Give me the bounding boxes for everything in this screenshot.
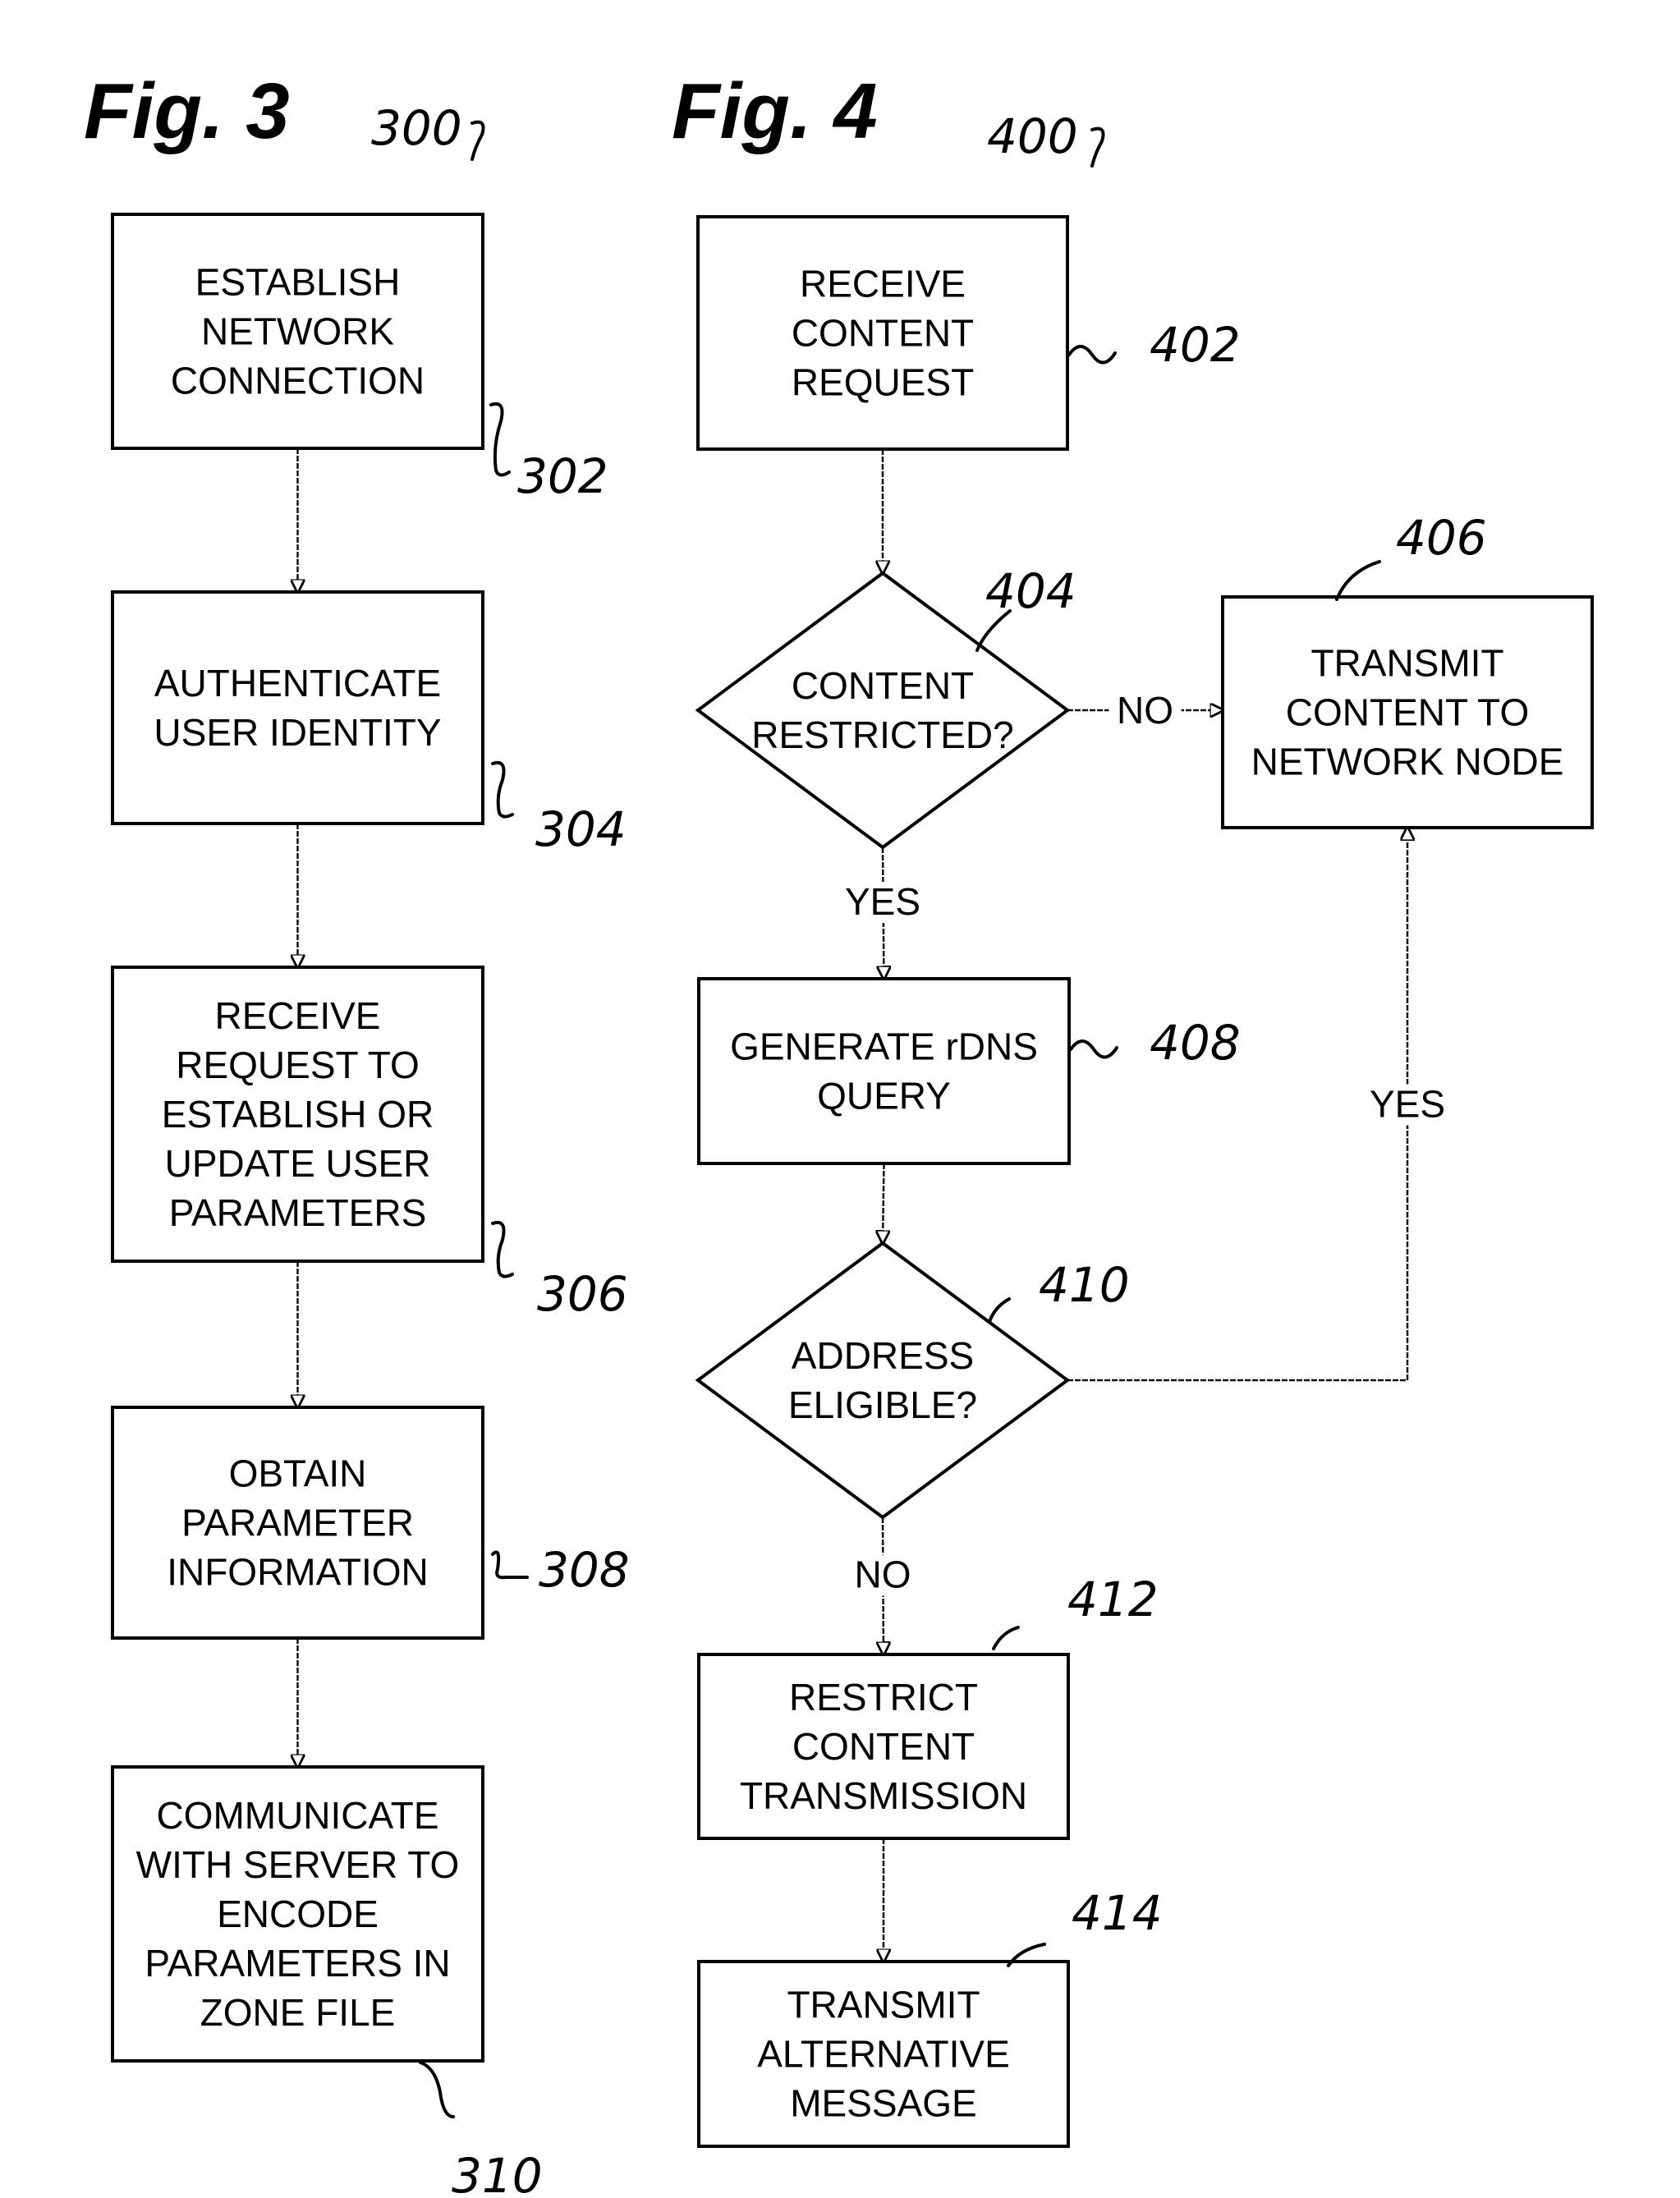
ref-leader-icon bbox=[419, 2061, 455, 2118]
node-label-line: ADDRESS bbox=[792, 1334, 974, 1377]
node-label-line: NETWORK bbox=[201, 310, 394, 353]
ref-leader-icon bbox=[491, 761, 514, 819]
node-label-line: GENERATE rDNS bbox=[730, 1026, 1038, 1068]
node-304: AUTHENTICATE USER IDENTITY bbox=[111, 590, 484, 825]
node-310: COMMUNICATE WITH SERVER TO ENCODE PARAMETER… bbox=[111, 1765, 484, 2063]
node-label-line: RESTRICT bbox=[789, 1676, 978, 1718]
node-412: RESTRICT CONTENT TRANSMISSION bbox=[697, 1653, 1070, 1840]
ref-numeral-406: 406 bbox=[1396, 510, 1487, 566]
ref-leader-icon bbox=[1335, 560, 1381, 601]
ref-numeral-404: 404 bbox=[985, 563, 1076, 619]
node-label-line: ENCODE bbox=[217, 1893, 379, 1935]
node-label-line: WITH SERVER TO bbox=[136, 1843, 460, 1886]
node-label-line: CONTENT bbox=[792, 664, 974, 707]
node-label-line: REQUEST TO bbox=[176, 1044, 420, 1086]
decision-diamond bbox=[695, 1241, 1071, 1520]
node-label-line: PARAMETER bbox=[181, 1502, 414, 1544]
node-408: GENERATE rDNS QUERY bbox=[697, 977, 1071, 1165]
node-label-line: NETWORK NODE bbox=[1251, 741, 1564, 783]
edge-label-410-to-412: NO bbox=[855, 1553, 911, 1596]
fig4-title: Fig. 4 bbox=[672, 67, 878, 155]
ref-numeral-304: 304 bbox=[535, 801, 627, 857]
fig3-title: Fig. 3 bbox=[84, 67, 290, 155]
node-label-line: AUTHENTICATE bbox=[154, 662, 441, 704]
node-402: RECEIVE CONTENT REQUEST bbox=[696, 215, 1069, 451]
edge-label-410-to-406: YES bbox=[1370, 1083, 1445, 1126]
fig3-ref-label: 300 bbox=[371, 100, 462, 156]
ref-leader-icon bbox=[988, 1297, 1011, 1324]
node-label-line: REQUEST bbox=[792, 361, 974, 404]
node-label-line: CONTENT TO bbox=[1286, 691, 1529, 734]
node-label-line: COMMUNICATE bbox=[156, 1794, 438, 1837]
node-label-line: QUERY bbox=[817, 1075, 951, 1117]
node-302: ESTABLISH NETWORK CONNECTION bbox=[111, 213, 484, 450]
node-label-line: PARAMETERS IN bbox=[145, 1942, 450, 1985]
ref-numeral-402: 402 bbox=[1150, 317, 1241, 373]
node-414: TRANSMIT ALTERNATIVE MESSAGE bbox=[697, 1960, 1070, 2148]
node-label-line: ZONE FILE bbox=[200, 1991, 396, 2034]
node-label-line: ALTERNATIVE bbox=[757, 2033, 1010, 2076]
edge-label-404-to-408: YES bbox=[845, 880, 920, 923]
node-label-line: RECEIVE bbox=[800, 263, 966, 305]
ref-numeral-412: 412 bbox=[1067, 1572, 1159, 1627]
node-label-line: INFORMATION bbox=[167, 1551, 429, 1594]
node-label-line: MESSAGE bbox=[790, 2082, 977, 2125]
ref-leader-icon bbox=[491, 1221, 514, 1278]
node-308: OBTAIN PARAMETER INFORMATION bbox=[111, 1406, 484, 1640]
node-label-line: USER IDENTITY bbox=[154, 711, 441, 754]
ref-numeral-414: 414 bbox=[1072, 1885, 1163, 1941]
node-label-line: TRANSMIT bbox=[1310, 642, 1503, 685]
fig3-ref-leader-icon bbox=[470, 120, 485, 161]
node-406: TRANSMIT CONTENT TO NETWORK NODE bbox=[1221, 595, 1594, 829]
node-label-line: OBTAIN bbox=[229, 1452, 367, 1495]
node-label-line: TRANSMISSION bbox=[740, 1774, 1027, 1817]
ref-leader-icon bbox=[489, 402, 511, 477]
node-label-line: RESTRICTED? bbox=[751, 714, 1013, 756]
fig4-ref-leader-icon bbox=[1090, 126, 1105, 167]
node-label-line: CONTENT bbox=[792, 1725, 975, 1768]
node-label-line: RECEIVE bbox=[215, 994, 381, 1037]
process-box bbox=[111, 590, 484, 825]
ref-numeral-410: 410 bbox=[1039, 1257, 1130, 1313]
node-label-line: ELIGIBLE? bbox=[788, 1384, 977, 1426]
node-label-line: ESTABLISH bbox=[195, 261, 401, 304]
fig4-ref-label: 400 bbox=[987, 108, 1078, 164]
flowchart-canvas: Fig. 3 300 Fig. 4 400 NO YES YES NO ESTABLI… bbox=[84, 67, 1594, 2198]
node-label-line: ESTABLISH OR bbox=[162, 1093, 434, 1136]
edge-label-404-to-406: NO bbox=[1117, 689, 1173, 732]
ref-leader-icon bbox=[1069, 1039, 1118, 1059]
ref-leader-icon bbox=[491, 1550, 529, 1580]
node-label-line: CONNECTION bbox=[171, 360, 425, 402]
ref-numeral-310: 310 bbox=[452, 2148, 543, 2198]
edge-408-to-410 bbox=[883, 1163, 884, 1243]
ref-numeral-408: 408 bbox=[1150, 1015, 1241, 1071]
node-410: ADDRESS ELIGIBLE? bbox=[695, 1241, 1071, 1520]
process-box bbox=[697, 977, 1071, 1165]
ref-leader-icon bbox=[1067, 345, 1117, 365]
ref-numeral-302: 302 bbox=[517, 448, 608, 504]
ref-leader-icon bbox=[992, 1626, 1020, 1650]
node-label-line: UPDATE USER bbox=[165, 1142, 431, 1185]
node-label-line: PARAMETERS bbox=[169, 1191, 427, 1234]
ref-numeral-308: 308 bbox=[539, 1542, 630, 1598]
node-label-line: CONTENT bbox=[792, 312, 974, 355]
ref-numeral-306: 306 bbox=[537, 1266, 628, 1322]
node-306: RECEIVE REQUEST TO ESTABLISH OR UPDATE USER… bbox=[111, 966, 484, 1263]
node-label-line: TRANSMIT bbox=[787, 1984, 980, 2026]
